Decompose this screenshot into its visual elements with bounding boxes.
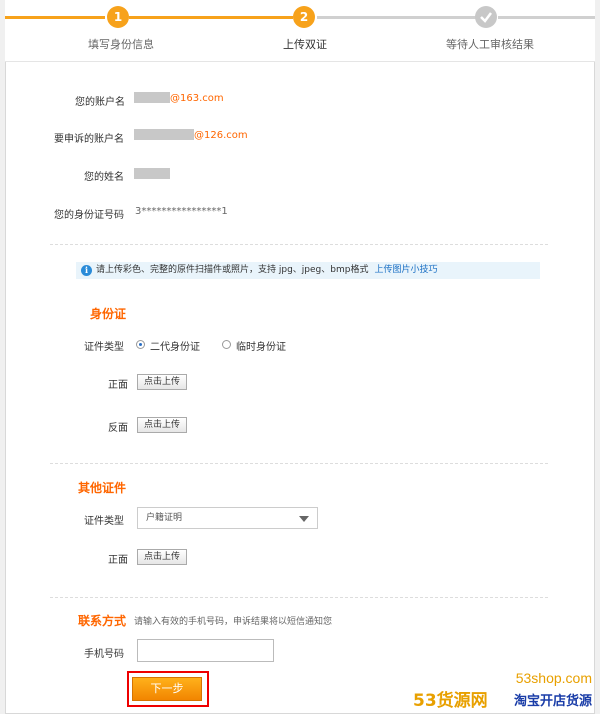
watermark-slogan: 淘宝开店货源 [513,694,592,709]
doc-type-select[interactable]: 户籍证明 [137,507,318,529]
chevron-down-icon [299,516,309,522]
id-card-title: 身份证 [90,307,127,321]
appeal-account-redacted [134,129,194,140]
account-label: 您的账户名 [75,97,125,108]
id-front-label: 正面 [108,380,128,391]
step-line-4 [498,16,595,19]
upload-tips-link[interactable]: 上传图片小技巧 [374,265,437,275]
appeal-account-label: 要申诉的账户名 [54,134,124,145]
upload-tip: i 请上传彩色、完整的原件扫描件或照片，支持 jpg、jpeg、bmp格式 上传图… [76,262,540,279]
step-line-3 [317,16,485,19]
id-number-label: 您的身份证号码 [54,210,124,221]
radio-second-gen-label: 二代身份证 [150,342,200,353]
id-type-label: 证件类型 [84,342,124,353]
name-redacted [134,168,170,179]
watermark-domain: 53shop.com [515,670,592,686]
phone-input[interactable] [137,639,274,662]
other-doc-front-label: 正面 [108,555,128,566]
watermark-brand: 53货源网 [413,691,488,711]
radio-temporary[interactable] [222,340,231,349]
id-back-label: 反面 [108,423,128,434]
other-doc-title: 其他证件 [78,481,127,495]
step-2-circle: 2 [293,6,315,28]
check-icon [475,6,497,28]
tip-text: 请上传彩色、完整的原件扫描件或照片，支持 jpg、jpeg、bmp格式 [96,265,369,275]
step-1-label: 填写身份信息 [88,38,154,51]
step-2-label: 上传双证 [283,38,327,51]
radio-second-gen[interactable] [136,340,145,349]
other-doc-type-label: 证件类型 [84,516,124,527]
contact-title: 联系方式 [78,614,127,628]
radio-temporary-label: 临时身份证 [236,342,286,353]
step-1-circle: 1 [107,6,129,28]
next-button[interactable]: 下一步 [132,677,202,701]
account-redacted [134,92,170,103]
name-label: 您的姓名 [84,172,124,183]
contact-hint: 请输入有效的手机号码，申诉结果将以短信通知您 [134,617,333,627]
phone-label: 手机号码 [84,649,124,660]
step-line-1 [5,16,105,19]
doc-type-selected: 户籍证明 [146,513,183,523]
divider [50,597,548,598]
other-doc-upload-button[interactable]: 点击上传 [137,549,188,565]
id-front-upload-button[interactable]: 点击上传 [137,374,188,390]
divider [50,244,548,245]
divider [50,463,548,464]
appeal-account-domain: @126.com [194,130,248,141]
step-3-label: 等待人工审核结果 [446,38,534,51]
info-icon: i [81,265,92,276]
step-line-2 [129,16,293,19]
account-domain: @163.com [170,93,224,104]
progress-steps: 1 2 填写身份信息 上传双证 等待人工审核结果 [5,0,595,62]
id-number-value: 3****************1 [135,206,228,217]
id-back-upload-button[interactable]: 点击上传 [137,417,188,433]
